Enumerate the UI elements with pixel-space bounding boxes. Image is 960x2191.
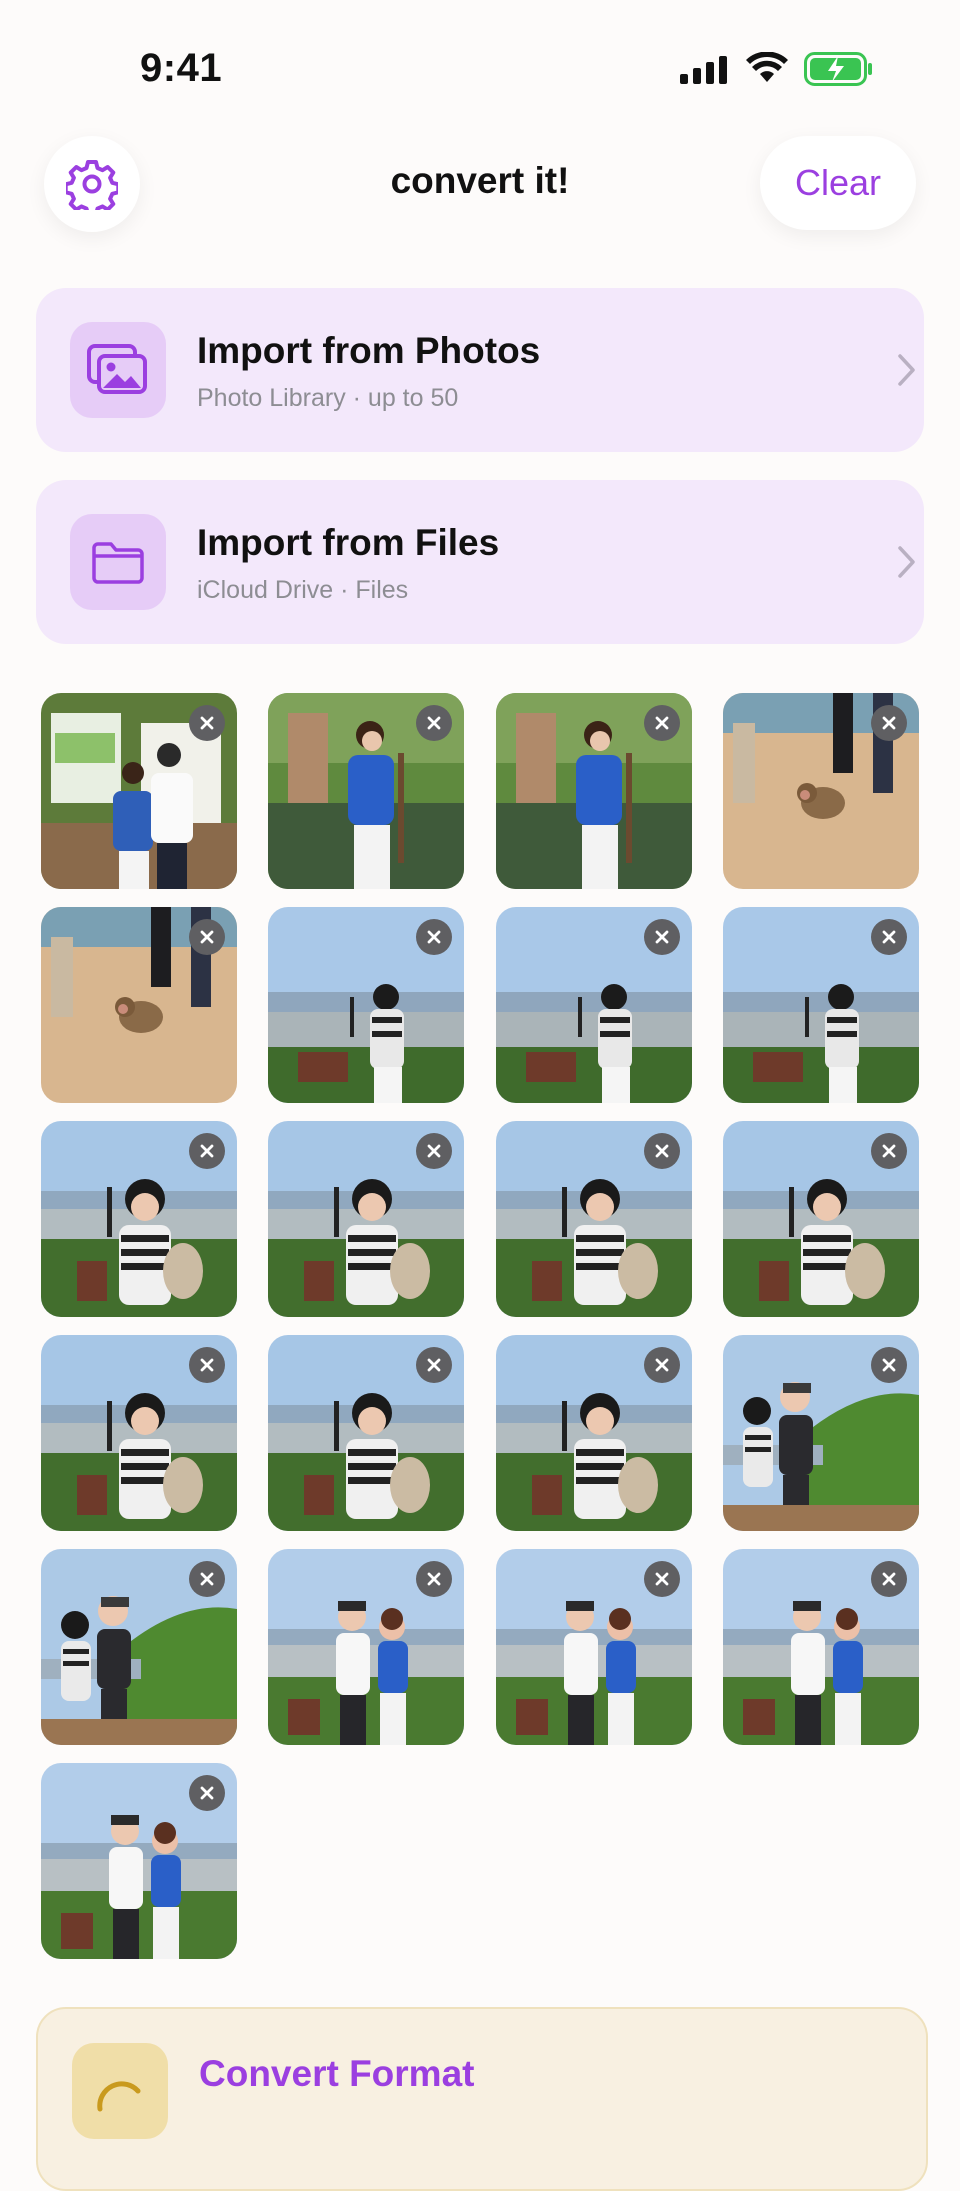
remove-photo-button[interactable] [644, 1347, 680, 1383]
close-icon [427, 930, 441, 944]
import-photos-title: Import from Photos [197, 330, 541, 371]
close-icon [200, 1144, 214, 1158]
photo-thumbnail[interactable] [41, 1549, 237, 1745]
photo-thumbnail[interactable] [41, 693, 237, 889]
folder-icon [92, 542, 144, 584]
wifi-icon [746, 52, 788, 82]
close-icon [200, 930, 214, 944]
remove-photo-button[interactable] [871, 919, 907, 955]
chevron-right-icon [898, 546, 915, 578]
photo-library-icon [87, 344, 147, 394]
photo-thumbnail[interactable] [496, 1121, 692, 1317]
remove-photo-button[interactable] [189, 919, 225, 955]
remove-photo-button[interactable] [416, 705, 452, 741]
remove-photo-button[interactable] [871, 1561, 907, 1597]
close-icon [655, 716, 669, 730]
close-icon [427, 716, 441, 730]
photo-thumbnail[interactable] [268, 693, 464, 889]
close-icon [200, 716, 214, 730]
close-icon [427, 1358, 441, 1372]
files-icon-tile [70, 514, 166, 610]
photo-thumbnail[interactable] [496, 693, 692, 889]
chevron-right-icon [898, 354, 915, 386]
status-bar: 9:41 [0, 0, 960, 140]
photo-thumbnail[interactable] [496, 907, 692, 1103]
photo-thumbnail[interactable] [723, 693, 919, 889]
photo-thumbnail[interactable] [723, 1549, 919, 1745]
clear-button[interactable]: Clear [760, 136, 916, 230]
close-icon [882, 1144, 896, 1158]
convert-icon-tile [72, 2043, 168, 2139]
photo-thumbnail[interactable] [496, 1549, 692, 1745]
remove-photo-button[interactable] [644, 705, 680, 741]
cellular-signal-icon [680, 56, 727, 84]
close-icon [655, 930, 669, 944]
close-icon [427, 1144, 441, 1158]
photo-thumbnail[interactable] [268, 907, 464, 1103]
remove-photo-button[interactable] [416, 1133, 452, 1169]
remove-photo-button[interactable] [189, 1347, 225, 1383]
remove-photo-button[interactable] [189, 1561, 225, 1597]
photo-thumbnail[interactable] [268, 1549, 464, 1745]
close-icon [882, 1358, 896, 1372]
import-photos-subtitle: Photo Library · up to 50 [197, 384, 459, 412]
close-icon [200, 1572, 214, 1586]
remove-photo-button[interactable] [416, 919, 452, 955]
photos-icon-tile [70, 322, 166, 418]
import-files-card[interactable]: Import from Files iCloud Drive · Files [36, 480, 924, 644]
photo-thumbnail[interactable] [41, 907, 237, 1103]
status-time: 9:41 [140, 46, 223, 90]
close-icon [882, 930, 896, 944]
photo-thumbnail[interactable] [268, 1335, 464, 1531]
close-icon [200, 1786, 214, 1800]
remove-photo-button[interactable] [644, 1133, 680, 1169]
photo-thumbnail[interactable] [41, 1121, 237, 1317]
remove-photo-button[interactable] [644, 1561, 680, 1597]
remove-photo-button[interactable] [644, 919, 680, 955]
photo-thumbnail[interactable] [723, 907, 919, 1103]
close-icon [655, 1572, 669, 1586]
remove-photo-button[interactable] [416, 1347, 452, 1383]
remove-photo-button[interactable] [871, 1133, 907, 1169]
remove-photo-button[interactable] [189, 1775, 225, 1811]
close-icon [655, 1144, 669, 1158]
close-icon [655, 1358, 669, 1372]
photo-thumbnail[interactable] [723, 1121, 919, 1317]
battery-charging-icon [804, 52, 872, 86]
photo-thumbnail[interactable] [723, 1335, 919, 1531]
remove-photo-button[interactable] [189, 705, 225, 741]
import-files-subtitle: iCloud Drive · Files [197, 576, 409, 604]
remove-photo-button[interactable] [871, 1347, 907, 1383]
close-icon [882, 716, 896, 730]
photo-thumbnail[interactable] [41, 1763, 237, 1959]
import-files-title: Import from Files [197, 522, 500, 563]
remove-photo-button[interactable] [416, 1561, 452, 1597]
remove-photo-button[interactable] [189, 1133, 225, 1169]
close-icon [882, 1572, 896, 1586]
convert-format-card[interactable]: Convert Format [36, 2007, 928, 2191]
close-icon [200, 1358, 214, 1372]
photo-thumbnail[interactable] [268, 1121, 464, 1317]
photo-thumbnail[interactable] [41, 1335, 237, 1531]
convert-format-title: Convert Format [199, 2053, 475, 2094]
remove-photo-button[interactable] [871, 705, 907, 741]
close-icon [427, 1572, 441, 1586]
photo-thumbnail[interactable] [496, 1335, 692, 1531]
convert-icon [97, 2081, 141, 2112]
import-photos-card[interactable]: Import from Photos Photo Library · up to… [36, 288, 924, 452]
